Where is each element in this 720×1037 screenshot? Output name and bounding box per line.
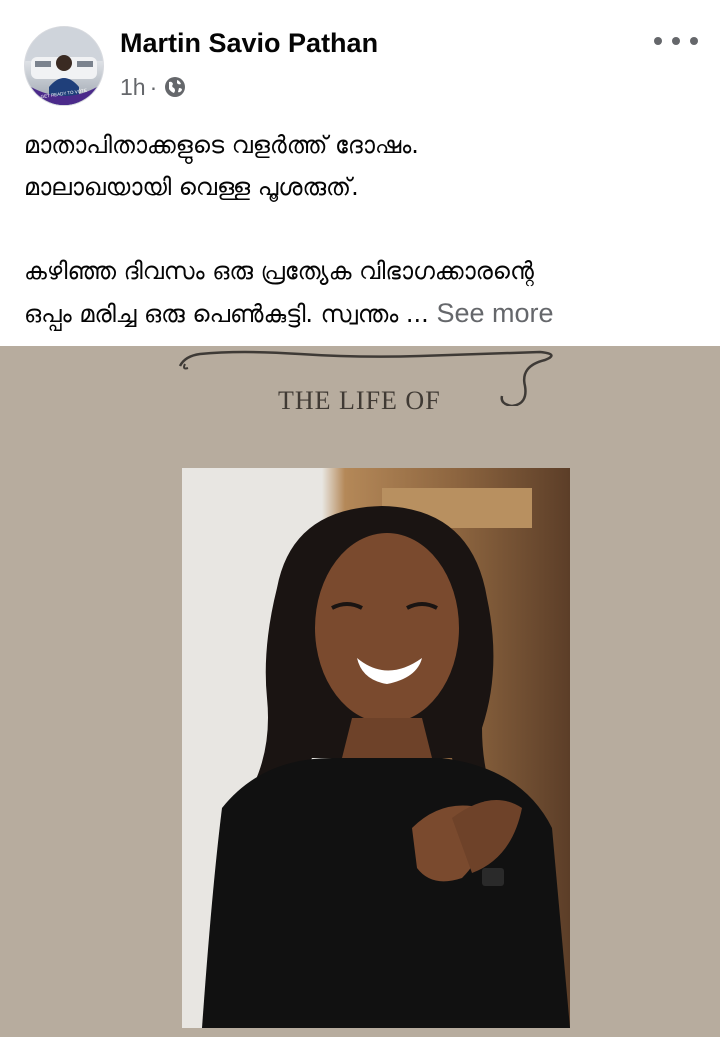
avatar-image: GET READY TO VOTE	[25, 27, 103, 105]
portrait-illustration	[182, 468, 570, 1028]
author-name[interactable]: Martin Savio Pathan	[120, 28, 378, 59]
post-header: GET READY TO VOTE Martin Savio Pathan 1h…	[0, 0, 720, 110]
post-text-line: കഴിഞ്ഞ ദിവസം ഒരു പ്രത്യേക വിഭാഗക്കാരന്റെ	[24, 257, 534, 285]
post-text-last-line: ഒപ്പം മരിച്ച ഒരു പെൺകുട്ടി. സ്വന്തം ... …	[24, 292, 704, 335]
photo-caption: THE LIFE OF	[278, 386, 441, 415]
post-photo[interactable]: THE LIFE OF	[0, 346, 720, 1037]
post-meta: 1h ·	[120, 72, 187, 102]
more-dot	[672, 37, 680, 45]
meta-separator: ·	[149, 73, 158, 100]
author-avatar[interactable]: GET READY TO VOTE	[24, 26, 104, 106]
more-dot	[690, 37, 698, 45]
post-timestamp[interactable]: 1h	[120, 74, 146, 101]
see-more-link[interactable]: See more	[436, 298, 553, 328]
post-text-line: മാലാഖയായി വെള്ള പൂശരുത്.	[24, 173, 359, 201]
more-dot	[654, 37, 662, 45]
portrait-image	[182, 468, 570, 1028]
more-horizontal-icon[interactable]	[654, 30, 698, 52]
post-text: മാതാപിതാക്കളുടെ വളർത്ത് ദോഷം. മാലാഖയായി …	[24, 124, 704, 335]
post-text-line: മാതാപിതാക്കളുടെ വളർത്ത് ദോഷം.	[24, 131, 419, 159]
post-text-line: ഒപ്പം മരിച്ച ഒരു പെൺകുട്ടി. സ്വന്തം ...	[24, 300, 429, 328]
globe-icon[interactable]	[163, 75, 187, 99]
